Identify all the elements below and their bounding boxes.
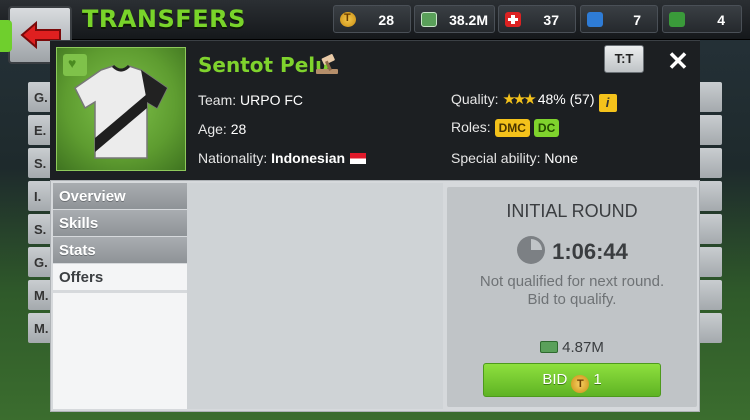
auction-panel: INITIAL ROUND 1:06:44 Not qualified for …: [447, 187, 697, 407]
tab-skills[interactable]: Skills: [53, 210, 187, 237]
player-name: Sentot Pelu: [198, 53, 330, 77]
scout-icon: [669, 12, 685, 27]
scout-value: 4: [717, 12, 725, 28]
age-row: Age: 28: [198, 121, 246, 137]
bid-cost: 1: [593, 371, 602, 388]
back-tab-indicator: [0, 20, 12, 52]
money-value: 38.2M: [449, 12, 488, 28]
quality-value: 48% (57): [537, 91, 595, 107]
tokens-counter[interactable]: 28: [333, 5, 411, 33]
quality-label: Quality:: [451, 91, 499, 107]
tab-offers[interactable]: Offers: [53, 264, 187, 291]
star-rating-icon: ★★★: [502, 91, 536, 108]
close-icon[interactable]: ✕: [664, 47, 692, 75]
gavel-icon: [316, 54, 338, 74]
team-value: URPO FC: [240, 92, 304, 108]
nationality-row: Nationality: Indonesian: [198, 150, 367, 166]
current-price: 4.87M: [447, 339, 697, 356]
nationality-value: Indonesian: [271, 150, 346, 166]
page-title: TRANSFERS: [82, 5, 246, 33]
content-area: [187, 183, 443, 409]
token-icon: T: [571, 375, 590, 393]
roles-label: Roles:: [451, 119, 491, 135]
team-row: Team: URPO FC: [198, 92, 303, 108]
bid-button[interactable]: BID T 1: [483, 363, 661, 397]
quality-row: Quality: ★★★ 48% (57) i: [451, 90, 617, 112]
age-value: 28: [230, 121, 247, 137]
bid-label: BID: [542, 371, 568, 388]
modal-body: Overview Skills Stats Offers INITIAL ROU…: [50, 180, 700, 412]
clock-icon: [517, 236, 546, 264]
money-icon: [540, 341, 559, 353]
tab-stats[interactable]: Stats: [53, 237, 187, 264]
timer-value: 1:06:44: [552, 239, 628, 264]
team-label: Team:: [198, 92, 237, 108]
role-badge-dmc: DMC: [494, 119, 530, 137]
tab-panel: [53, 293, 187, 409]
roles-row: Roles: DMC DC: [451, 119, 563, 137]
player-avatar: [56, 47, 186, 171]
background-player-list: G. E. S. I. S. G. M. M.: [28, 82, 54, 346]
token-icon: [340, 12, 356, 27]
auction-timer: 1:06:44: [447, 235, 697, 265]
info-icon[interactable]: i: [598, 94, 617, 112]
nationality-label: Nationality:: [198, 150, 268, 166]
tab-overview[interactable]: Overview: [53, 183, 187, 210]
special-ability-label: Special ability:: [451, 150, 541, 166]
nation-counter[interactable]: 37: [498, 5, 576, 33]
tokens-value: 28: [378, 12, 394, 28]
role-badge-dc: DC: [533, 119, 560, 137]
energy-icon: [587, 12, 603, 27]
round-title: INITIAL ROUND: [506, 201, 638, 221]
special-ability-row: Special ability: None: [451, 150, 578, 166]
player-header: Sentot Pelu Team: URPO FC Age: 28 Nation…: [50, 40, 700, 180]
nation-value: 37: [543, 12, 559, 28]
age-label: Age:: [198, 121, 227, 137]
special-ability-value: None: [544, 150, 578, 166]
flag-indonesia-icon: [350, 153, 367, 164]
scout-counter[interactable]: 4: [662, 5, 742, 33]
compare-button[interactable]: T:T: [604, 45, 644, 73]
money-counter[interactable]: 38.2M: [414, 5, 495, 33]
energy-counter[interactable]: 7: [580, 5, 658, 33]
money-icon: [421, 12, 437, 27]
energy-value: 7: [633, 12, 641, 28]
tab-list: Overview Skills Stats Offers: [53, 183, 187, 291]
player-transfer-modal: Sentot Pelu Team: URPO FC Age: 28 Nation…: [50, 40, 700, 412]
price-value: 4.87M: [562, 339, 604, 356]
qualification-note: Not qualified for next round. Bid to qua…: [479, 273, 665, 308]
jersey-icon: [74, 64, 168, 159]
flag-icon: [505, 12, 521, 27]
